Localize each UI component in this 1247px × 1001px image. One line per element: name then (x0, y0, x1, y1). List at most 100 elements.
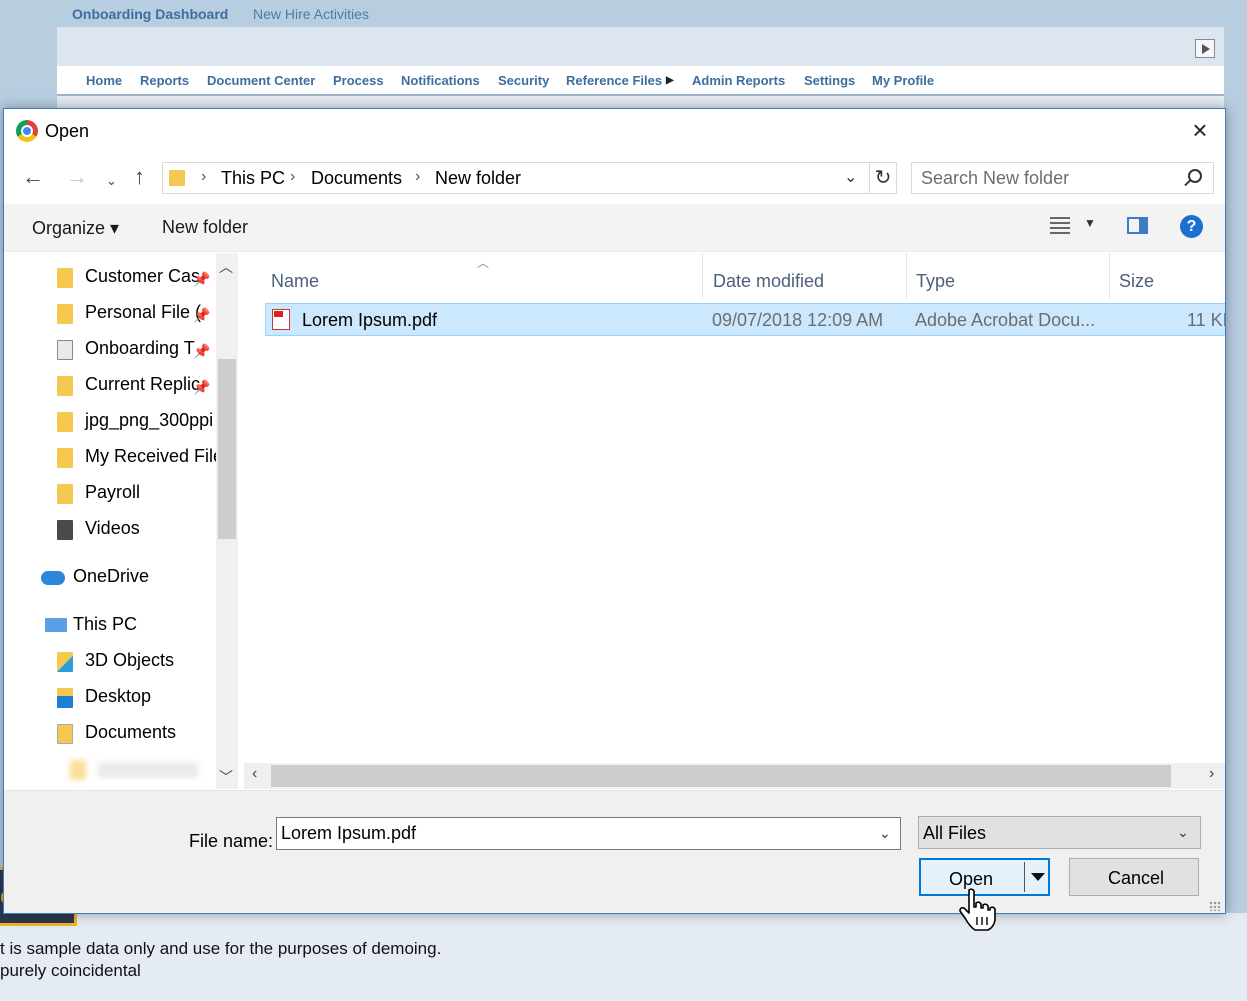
document-icon (57, 340, 73, 360)
pin-icon[interactable]: 📌 (193, 379, 210, 396)
nav-home[interactable]: Home (86, 73, 122, 88)
nav-item-documents[interactable]: Documents (57, 720, 217, 750)
search-box[interactable] (911, 162, 1214, 194)
nav-item-payroll[interactable]: Payroll (57, 480, 217, 510)
column-size[interactable]: Size (1111, 253, 1225, 299)
play-icon[interactable] (1195, 39, 1215, 58)
chevron-down-icon[interactable]: ⌄ (844, 167, 857, 187)
nav-scrollbar[interactable]: ︿ ﹀ (216, 253, 238, 789)
back-arrow-icon[interactable]: ← (22, 165, 44, 189)
nav-item-label: Customer Cas (85, 266, 201, 286)
nav-item-label: This PC (73, 614, 138, 634)
file-type-value: All Files (923, 823, 987, 843)
3d-objects-icon (57, 652, 73, 672)
nav-reference-files[interactable]: Reference Files (566, 73, 662, 88)
scroll-left-icon[interactable]: ‹ (252, 765, 257, 783)
folder-icon (57, 268, 73, 288)
nav-process[interactable]: Process (333, 73, 384, 88)
nav-item-my-received-files[interactable]: My Received File (57, 444, 223, 474)
up-arrow-icon[interactable]: ↑ (134, 165, 145, 189)
nav-item-label: Onboarding T (85, 338, 195, 358)
nav-item-this-pc[interactable]: This PC (45, 612, 217, 642)
column-date-modified[interactable]: Date modified (705, 253, 907, 299)
scroll-right-icon[interactable]: › (1209, 765, 1214, 783)
close-button[interactable]: × (1188, 117, 1212, 143)
nav-notifications[interactable]: Notifications (401, 73, 480, 88)
folder-icon (57, 448, 73, 468)
nav-document-center[interactable]: Document Center (207, 73, 315, 88)
app-title[interactable]: Onboarding Dashboard (72, 6, 228, 22)
nav-item-jpg-png[interactable]: jpg_png_300ppi (57, 408, 217, 438)
horizontal-scrollbar[interactable]: ‹ › (244, 763, 1225, 789)
nav-item-customer-cas[interactable]: Customer Cas (57, 264, 207, 294)
file-name-label: File name: (189, 831, 274, 851)
file-type: Adobe Acrobat Docu... (915, 310, 1096, 330)
breadcrumb-documents[interactable]: Documents (311, 168, 402, 189)
nav-item-label: Videos (85, 518, 140, 538)
breadcrumb-this-pc[interactable]: This PC (221, 168, 285, 189)
chevron-down-icon[interactable]: ⌄ (879, 825, 891, 842)
computer-icon (45, 618, 67, 632)
resize-grip-icon[interactable] (1209, 901, 1221, 911)
scroll-up-icon[interactable]: ︿ (219, 257, 233, 277)
nav-security[interactable]: Security (498, 73, 549, 88)
nav-item-onboarding[interactable]: Onboarding T (57, 336, 207, 366)
cancel-button[interactable]: Cancel (1069, 858, 1199, 896)
organize-menu[interactable]: Organize ▾ (32, 218, 119, 239)
nav-item-onedrive[interactable]: OneDrive (41, 564, 217, 594)
app-subtitle[interactable]: New Hire Activities (253, 6, 369, 22)
help-icon[interactable]: ? (1180, 215, 1203, 238)
preview-pane-icon[interactable] (1127, 217, 1148, 234)
column-type[interactable]: Type (908, 253, 1110, 299)
pin-icon[interactable]: 📌 (193, 271, 210, 288)
nav-admin-reports[interactable]: Admin Reports (692, 73, 785, 88)
chevron-right-icon[interactable]: › (290, 168, 295, 186)
nav-item-desktop[interactable]: Desktop (57, 684, 217, 714)
folder-icon (57, 412, 73, 432)
file-name-combo[interactable]: ⌄ (276, 817, 901, 850)
nav-item-current-replic[interactable]: Current Replic (57, 372, 207, 402)
pin-icon[interactable]: 📌 (193, 343, 210, 360)
file-name-input[interactable] (278, 819, 868, 848)
pdf-icon (272, 309, 290, 330)
forward-arrow-icon[interactable]: → (66, 165, 88, 189)
nav-item-label: Personal File ( (85, 302, 202, 322)
desktop-icon (57, 688, 73, 708)
folder-icon (57, 376, 73, 396)
search-input[interactable] (913, 164, 1183, 192)
open-dropdown-arrow-icon[interactable] (1031, 873, 1045, 881)
file-name: Lorem Ipsum.pdf (302, 310, 438, 330)
column-name[interactable]: Name (263, 253, 703, 299)
nav-item-3d-objects[interactable]: 3D Objects (57, 648, 217, 678)
breadcrumb-new-folder[interactable]: New folder (435, 168, 521, 189)
pin-icon[interactable]: 📌 (193, 307, 210, 324)
search-icon[interactable] (1188, 169, 1202, 183)
file-row[interactable]: Lorem Ipsum.pdf 09/07/2018 12:09 AM Adob… (265, 303, 1225, 336)
scroll-down-icon[interactable]: ﹀ (219, 767, 233, 787)
nav-item-label: Documents (85, 722, 177, 742)
new-folder-button[interactable]: New folder (162, 217, 248, 238)
app-header: Onboarding Dashboard New Hire Activities (0, 0, 1247, 27)
nav-item-videos[interactable]: Videos (57, 516, 217, 546)
nav-item-personal-file[interactable]: Personal File ( (57, 300, 207, 330)
file-type-select[interactable]: All Files ⌄ (918, 816, 1201, 849)
chevron-right-icon[interactable]: › (201, 168, 206, 186)
chevron-right-icon[interactable]: › (415, 168, 420, 186)
dialog-title-bar[interactable]: Open × (4, 109, 1225, 153)
nav-item-label: 3D Objects (85, 650, 175, 670)
nav-scroll-thumb[interactable] (218, 359, 236, 539)
disclaimer-line-2: purely coincidental (0, 961, 141, 980)
address-bar[interactable]: › This PC › Documents › New folder ⌄ ↻ (162, 162, 897, 194)
command-bar: Organize ▾ New folder ▼ ? (4, 204, 1225, 252)
horizontal-scroll-thumb[interactable] (271, 765, 1171, 787)
nav-reports[interactable]: Reports (140, 73, 189, 88)
view-details-icon[interactable] (1050, 217, 1070, 235)
nav-my-profile[interactable]: My Profile (872, 73, 934, 88)
view-dropdown-icon[interactable]: ▼ (1084, 216, 1096, 230)
nav-item-label: Current Replic (85, 374, 201, 394)
documents-icon (57, 724, 73, 744)
nav-item-blurred-folder[interactable] (70, 756, 216, 786)
nav-settings[interactable]: Settings (804, 73, 855, 88)
recent-locations-chevron-icon[interactable]: ⌄ (106, 169, 117, 193)
refresh-icon[interactable]: ↻ (869, 163, 896, 193)
